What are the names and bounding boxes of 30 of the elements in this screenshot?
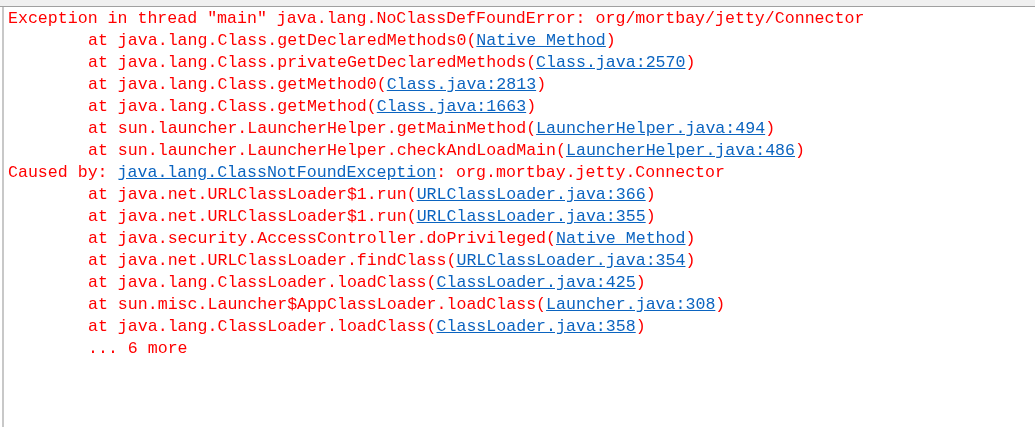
stack-trace-line: at java.net.URLClassLoader.findClass(URLClassLoader.java:354) <box>88 250 696 272</box>
stack-trace-line: at sun.launcher.LauncherHelper.checkAndLoadMain(LauncherHelper.java:486) <box>88 140 805 162</box>
stack-trace-line: at java.lang.Class.getMethod(Class.java:1663) <box>88 96 537 118</box>
source-link[interactable]: URLClassLoader.java:366 <box>416 185 646 204</box>
source-link[interactable]: URLClassLoader.java:354 <box>456 251 686 270</box>
stack-trace-line: at java.lang.ClassLoader.loadClass(ClassLoader.java:425) <box>88 272 646 294</box>
stack-trace-line: at java.net.URLClassLoader$1.run(URLClassLoader.java:366) <box>88 184 656 206</box>
stack-trace-line: at java.lang.Class.privateGetDeclaredMethods(Class.java:2570) <box>88 52 696 74</box>
stack-trace-line: ... 6 more <box>88 338 188 360</box>
stack-trace-line: at sun.misc.Launcher$AppClassLoader.loadClass(Launcher.java:308) <box>88 294 726 316</box>
stack-trace-line: at java.net.URLClassLoader$1.run(URLClassLoader.java:355) <box>88 206 656 228</box>
stack-trace-line: at java.lang.ClassLoader.loadClass(ClassLoader.java:358) <box>88 316 646 338</box>
source-link[interactable]: LauncherHelper.java:494 <box>536 119 766 138</box>
stack-trace-line: at java.lang.Class.getDeclaredMethods0(Native Method) <box>88 30 616 52</box>
source-link[interactable]: ClassLoader.java:358 <box>436 317 636 336</box>
stack-trace-line: at java.lang.Class.getMethod0(Class.java:2813) <box>88 74 547 96</box>
source-link[interactable]: Class.java:1663 <box>376 97 527 116</box>
stack-trace-line: at java.security.AccessController.doPrivileged(Native Method) <box>88 228 696 250</box>
source-link[interactable]: Class.java:2570 <box>536 53 686 72</box>
source-link[interactable]: Class.java:2813 <box>386 75 537 94</box>
stack-trace-line: Exception in thread "main" java.lang.NoClassDefFoundError: org/mortbay/jetty/Connector <box>8 8 865 30</box>
source-link[interactable]: LauncherHelper.java:486 <box>566 141 795 160</box>
source-link[interactable]: URLClassLoader.java:355 <box>416 207 646 226</box>
source-link[interactable]: Native Method <box>556 229 686 248</box>
source-link[interactable]: ClassLoader.java:425 <box>436 273 636 292</box>
source-link[interactable]: java.lang.ClassNotFoundException <box>117 163 437 182</box>
stack-trace-line: at sun.launcher.LauncherHelper.getMainMethod(LauncherHelper.java:494) <box>88 118 776 140</box>
source-link[interactable]: Native Method <box>476 31 606 50</box>
stack-trace-line: Caused by: java.lang.ClassNotFoundException: org.mortbay.jetty.Connector <box>8 162 725 184</box>
source-link[interactable]: Launcher.java:308 <box>546 295 716 314</box>
